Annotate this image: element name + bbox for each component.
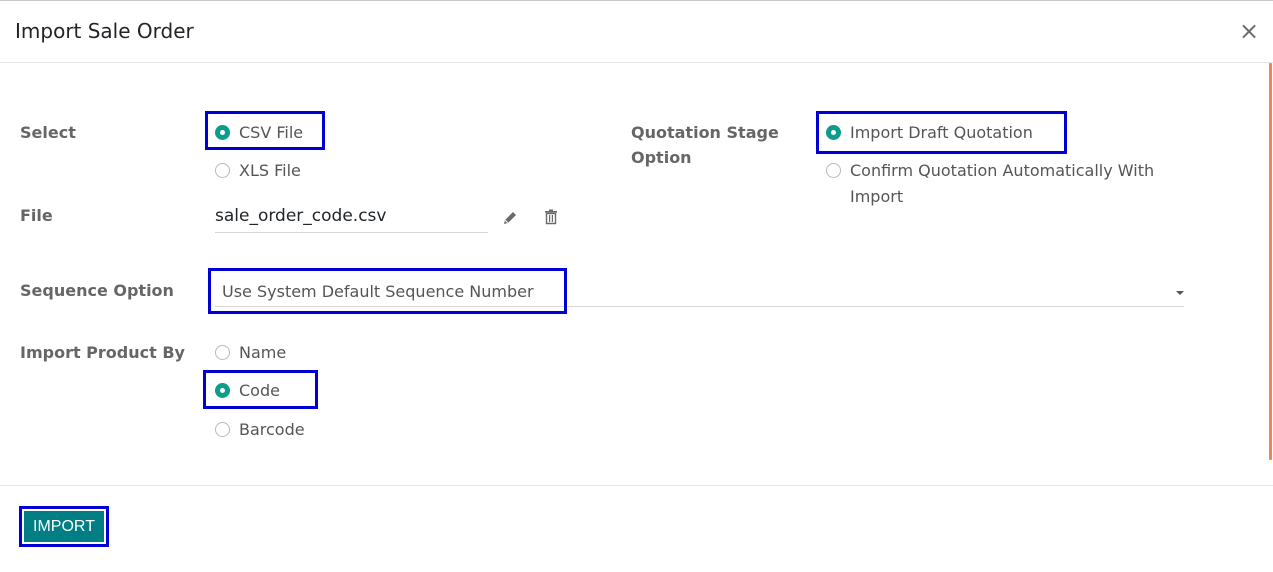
highlight-box-sequence [208,268,567,314]
import-product-by-label: Import Product By [20,343,185,362]
highlight-box-csv [205,111,325,150]
highlight-box-import [19,506,109,547]
xls-file-option[interactable]: XLS File [215,158,301,183]
confirm-quotation-radio[interactable] [826,163,841,178]
trash-icon[interactable] [542,208,560,226]
select-label: Select [20,123,76,142]
highlight-box-draft [816,111,1067,154]
xls-file-radio[interactable] [215,163,230,178]
close-icon[interactable]: × [1238,19,1260,43]
sequence-option-label: Sequence Option [20,281,174,300]
quotation-stage-label-line2: Option [631,148,692,167]
product-by-name-label: Name [239,343,287,362]
product-by-barcode-radio[interactable] [215,422,230,437]
file-name-field[interactable]: sale_order_code.csv [215,204,488,233]
product-by-name-option[interactable]: Name [215,340,286,365]
file-label: File [20,206,53,225]
confirm-quotation-label-line2: Import [850,187,904,206]
product-by-name-radio[interactable] [215,345,230,360]
product-by-barcode-option[interactable]: Barcode [215,417,305,442]
product-by-barcode-label: Barcode [239,420,305,439]
scrollbar[interactable] [1269,63,1272,460]
highlight-box-code [203,370,318,409]
confirm-quotation-label-line2-wrap: Import [850,184,903,209]
dialog-title: Import Sale Order [15,19,194,43]
footer-divider [0,485,1273,486]
pencil-icon[interactable] [501,209,519,227]
caret-down-icon [1176,291,1184,295]
quotation-stage-label-line1: Quotation Stage [631,123,779,142]
xls-file-label: XLS File [239,161,301,180]
confirm-quotation-option[interactable]: Confirm Quotation Automatically With [826,158,1154,183]
confirm-quotation-label-line1: Confirm Quotation Automatically With [850,161,1155,180]
dialog-header: Import Sale Order × [0,1,1273,63]
